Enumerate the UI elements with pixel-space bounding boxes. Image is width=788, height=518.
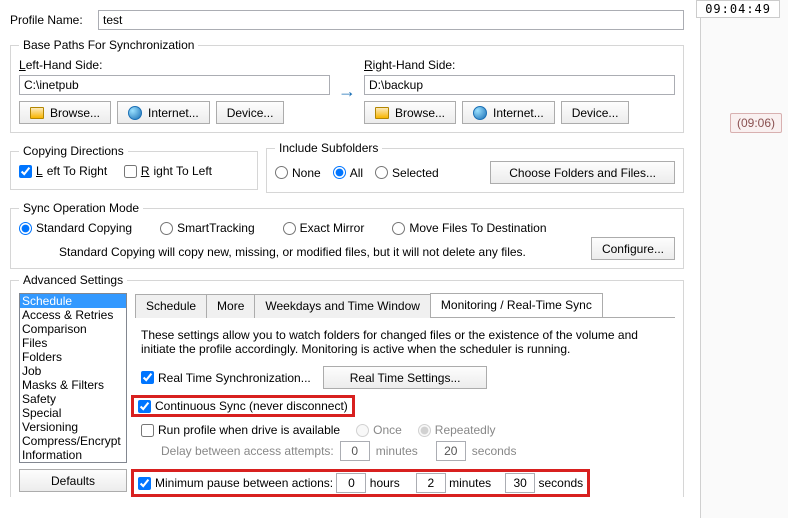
adv-item-files[interactable]: Files xyxy=(20,336,126,350)
right-internet-button[interactable]: Internet... xyxy=(462,101,555,124)
left-side-label: L xyxy=(19,58,26,72)
time-bubble: (09:06) xyxy=(730,113,782,133)
right-side-label: R xyxy=(364,58,373,72)
side-panel: 09:04:49 (09:06) xyxy=(700,0,788,518)
minimum-pause-highlight: Minimum pause between actions: hours min… xyxy=(131,469,590,497)
left-internet-button[interactable]: Internet... xyxy=(117,101,210,124)
delay-minutes-input[interactable] xyxy=(340,441,370,461)
delay-minutes-unit: minutes xyxy=(376,444,430,458)
advanced-settings-listbox[interactable]: ScheduleAccess & RetriesComparisonFilesF… xyxy=(19,293,127,463)
pause-seconds-unit: seconds xyxy=(538,476,583,490)
continuous-sync-checkbox[interactable]: Continuous Sync (never disconnect) xyxy=(138,399,348,413)
delay-label: Delay between access attempts: xyxy=(161,444,334,458)
left-device-button[interactable]: Device... xyxy=(216,101,285,124)
pause-hours-input[interactable] xyxy=(336,473,366,493)
adv-item-schedule[interactable]: Schedule xyxy=(20,294,126,308)
right-device-button[interactable]: Device... xyxy=(561,101,630,124)
configure-button[interactable]: Configure... xyxy=(591,237,675,260)
adv-item-versioning[interactable]: Versioning xyxy=(20,420,126,434)
arrow-icon: → xyxy=(338,81,356,102)
advanced-settings-legend: Advanced Settings xyxy=(19,273,127,287)
real-time-sync-checkbox[interactable]: Real Time Synchronization... xyxy=(141,371,311,385)
standard-copying-radio[interactable]: Standard Copying xyxy=(19,221,132,235)
move-files-radio[interactable]: Move Files To Destination xyxy=(392,221,546,235)
sync-operation-mode-group: Sync Operation Mode Standard Copying Sma… xyxy=(10,201,684,269)
subfolders-all-radio[interactable]: All xyxy=(333,166,363,180)
right-browse-button[interactable]: Browse... xyxy=(364,101,456,124)
adv-item-safety[interactable]: Safety xyxy=(20,392,126,406)
copying-directions-group: Copying Directions Left To Right Right T… xyxy=(10,144,258,190)
folder-icon xyxy=(375,107,389,119)
base-paths-legend: Base Paths For Synchronization xyxy=(19,38,198,52)
include-subfolders-legend: Include Subfolders xyxy=(275,141,382,155)
delay-seconds-input[interactable] xyxy=(436,441,466,461)
tab-monitoring[interactable]: Monitoring / Real-Time Sync xyxy=(430,293,603,317)
adv-item-comparison[interactable]: Comparison xyxy=(20,322,126,336)
globe-icon xyxy=(128,106,142,120)
choose-folders-button[interactable]: Choose Folders and Files... xyxy=(490,161,675,184)
minimum-pause-checkbox[interactable]: Minimum pause between actions: xyxy=(138,476,333,490)
tab-schedule[interactable]: Schedule xyxy=(135,294,207,318)
pause-minutes-input[interactable] xyxy=(416,473,446,493)
adv-item-access-retries[interactable]: Access & Retries xyxy=(20,308,126,322)
include-subfolders-group: Include Subfolders None All Selected Cho… xyxy=(266,141,684,193)
monitoring-intro-text: These settings allow you to watch folder… xyxy=(141,328,669,356)
clock-display: 09:04:49 xyxy=(696,0,780,18)
sync-operation-mode-legend: Sync Operation Mode xyxy=(19,201,143,215)
continuous-sync-highlight: Continuous Sync (never disconnect) xyxy=(131,395,355,417)
left-browse-button[interactable]: Browse... xyxy=(19,101,111,124)
advanced-settings-group: Advanced Settings ScheduleAccess & Retri… xyxy=(10,273,684,497)
subfolders-selected-radio[interactable]: Selected xyxy=(375,166,439,180)
profile-name-label: Profile Name: xyxy=(10,13,98,27)
defaults-button[interactable]: Defaults xyxy=(19,469,127,492)
run-when-drive-available-checkbox[interactable]: Run profile when drive is available xyxy=(141,423,340,437)
pause-seconds-input[interactable] xyxy=(505,473,535,493)
repeatedly-radio[interactable]: Repeatedly xyxy=(418,423,496,437)
left-to-right-checkbox[interactable]: Left To Right xyxy=(19,164,107,178)
sync-mode-description: Standard Copying will copy new, missing,… xyxy=(19,245,591,259)
adv-item-masks-filters[interactable]: Masks & Filters xyxy=(20,378,126,392)
adv-item-compress-encrypt[interactable]: Compress/Encrypt xyxy=(20,434,126,448)
right-to-left-checkbox[interactable]: Right To Left xyxy=(124,164,212,178)
adv-item-job[interactable]: Job xyxy=(20,364,126,378)
globe-icon xyxy=(473,106,487,120)
tab-weekdays[interactable]: Weekdays and Time Window xyxy=(254,294,431,318)
left-path-input[interactable] xyxy=(19,75,330,95)
subfolders-none-radio[interactable]: None xyxy=(275,166,321,180)
folder-icon xyxy=(30,107,44,119)
adv-item-special[interactable]: Special xyxy=(20,406,126,420)
smarttracking-radio[interactable]: SmartTracking xyxy=(160,221,255,235)
adv-item-folders[interactable]: Folders xyxy=(20,350,126,364)
copying-directions-legend: Copying Directions xyxy=(19,144,128,158)
real-time-settings-button[interactable]: Real Time Settings... xyxy=(323,366,488,389)
pause-hours-unit: hours xyxy=(370,476,416,490)
pause-minutes-unit: minutes xyxy=(449,476,505,490)
right-path-input[interactable] xyxy=(364,75,675,95)
once-radio[interactable]: Once xyxy=(356,423,402,437)
base-paths-group: Base Paths For Synchronization Left-Hand… xyxy=(10,38,684,133)
tab-more[interactable]: More xyxy=(206,294,255,318)
delay-seconds-unit: seconds xyxy=(472,444,517,458)
profile-name-input[interactable] xyxy=(98,10,684,30)
adv-item-information[interactable]: Information xyxy=(20,448,126,462)
exact-mirror-radio[interactable]: Exact Mirror xyxy=(283,221,365,235)
